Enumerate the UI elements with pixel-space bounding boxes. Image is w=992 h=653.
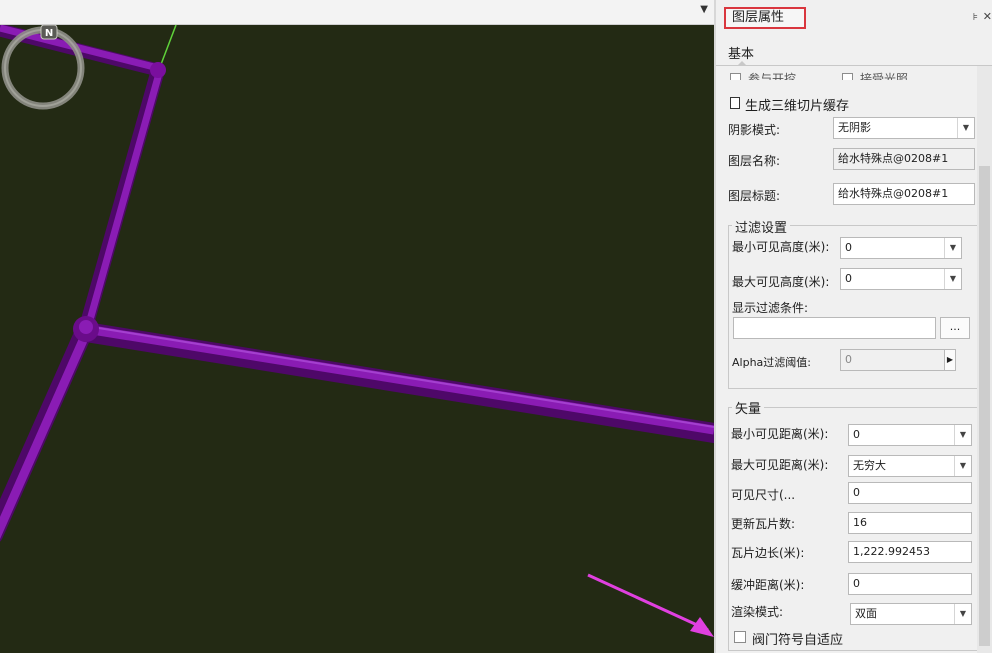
max-distance-input[interactable]: 无穷大 ▼ (848, 455, 972, 477)
excavation-checkbox[interactable] (730, 73, 741, 80)
buffer-distance-label: 缓冲距离(米): (731, 578, 805, 592)
update-tiles-label: 更新瓦片数: (731, 517, 796, 531)
render-mode-label: 渲染模式: (731, 605, 784, 619)
compass-icon[interactable]: N (0, 25, 86, 111)
gen-3d-tile-cache-label: 生成三维切片缓存 (745, 99, 850, 114)
min-height-input[interactable]: 0 ▼ (840, 237, 962, 259)
scrollbar-thumb[interactable] (979, 166, 990, 646)
layer-name-field[interactable]: 给水特殊点@0208#1 (833, 148, 975, 170)
chevron-down-icon: ▼ (957, 118, 974, 138)
visible-size-input[interactable]: 0 (848, 482, 972, 504)
tile-edge-label: 瓦片边长(米): (731, 546, 805, 560)
min-distance-label: 最小可见距离(米): (731, 427, 829, 441)
max-height-label: 最大可见高度(米): (732, 275, 830, 289)
pipe-network (0, 25, 714, 637)
update-tiles-input[interactable]: 16 (848, 512, 972, 534)
annotation-arrow (587, 573, 709, 632)
layer-properties-panel: 图层属性 ⊧ ✕ 基本 参与开挖 接受光照 生成三维切片缓存 阴影模式: 无阴影… (716, 0, 992, 653)
tab-indicator-icon (738, 61, 746, 65)
valve-adaptive-checkbox[interactable] (734, 631, 746, 643)
vector-title: 矢量 (732, 398, 765, 417)
layer-title-field[interactable]: 给水特殊点@0208#1 (833, 183, 975, 205)
layer-name-label: 图层名称: (728, 154, 781, 168)
display-condition-input[interactable] (733, 317, 936, 339)
lighting-checkbox[interactable] (842, 73, 853, 80)
alpha-stepper-arrow-icon[interactable]: ▶ (944, 349, 956, 371)
chevron-down-icon: ▼ (954, 456, 971, 476)
chevron-down-icon: ▼ (954, 425, 971, 445)
shadow-mode-label: 阴影模式: (728, 123, 781, 137)
pipe-joint (150, 62, 166, 78)
view-toolbar: ▼ (0, 0, 714, 25)
panel-title: 图层属性 (724, 7, 806, 29)
alpha-threshold-label: Alpha过滤阈值: (732, 356, 811, 369)
panel-scrollbar[interactable] (977, 66, 992, 653)
render-mode-select[interactable]: 双面 ▼ (850, 603, 972, 625)
tile-edge-input[interactable]: 1,222.992453 (848, 541, 972, 563)
chevron-down-icon: ▼ (944, 238, 961, 258)
close-icon[interactable]: ✕ (983, 10, 992, 23)
excavation-label: 参与开挖 (748, 72, 797, 80)
lighting-label: 接受光照 (860, 72, 909, 80)
3d-scene-viewport[interactable]: N (0, 25, 714, 653)
display-condition-browse-button[interactable]: ... (940, 317, 970, 339)
buffer-distance-input[interactable]: 0 (848, 573, 972, 595)
green-axis-line (159, 25, 177, 68)
chevron-down-icon: ▼ (944, 269, 961, 289)
annotation-arrow-head (690, 617, 714, 637)
min-height-label: 最小可见高度(米): (732, 240, 830, 254)
max-distance-label: 最大可见距离(米): (731, 458, 829, 472)
visible-size-label: 可见尺寸(... (731, 488, 796, 502)
gen-3d-tile-cache-checkbox[interactable] (730, 97, 740, 109)
tab-basic[interactable]: 基本 (728, 43, 754, 62)
filter-settings-title: 过滤设置 (732, 217, 791, 236)
min-distance-input[interactable]: 0 ▼ (848, 424, 972, 446)
chevron-down-icon: ▼ (954, 604, 971, 624)
pin-icon[interactable]: ⊧ (973, 12, 978, 23)
partial-row: 参与开挖 接受光照 (716, 66, 978, 80)
valve-adaptive-label: 阀门符号自适应 (752, 633, 844, 648)
display-condition-label: 显示过滤条件: (732, 301, 809, 315)
max-height-input[interactable]: 0 ▼ (840, 268, 962, 290)
compass-north-label: N (45, 28, 53, 39)
alpha-threshold-input[interactable]: 0 (840, 349, 954, 371)
view-dropdown-arrow-icon[interactable]: ▼ (700, 4, 708, 15)
layer-title-label: 图层标题: (728, 189, 781, 203)
shadow-mode-select[interactable]: 无阴影 ▼ (833, 117, 975, 139)
